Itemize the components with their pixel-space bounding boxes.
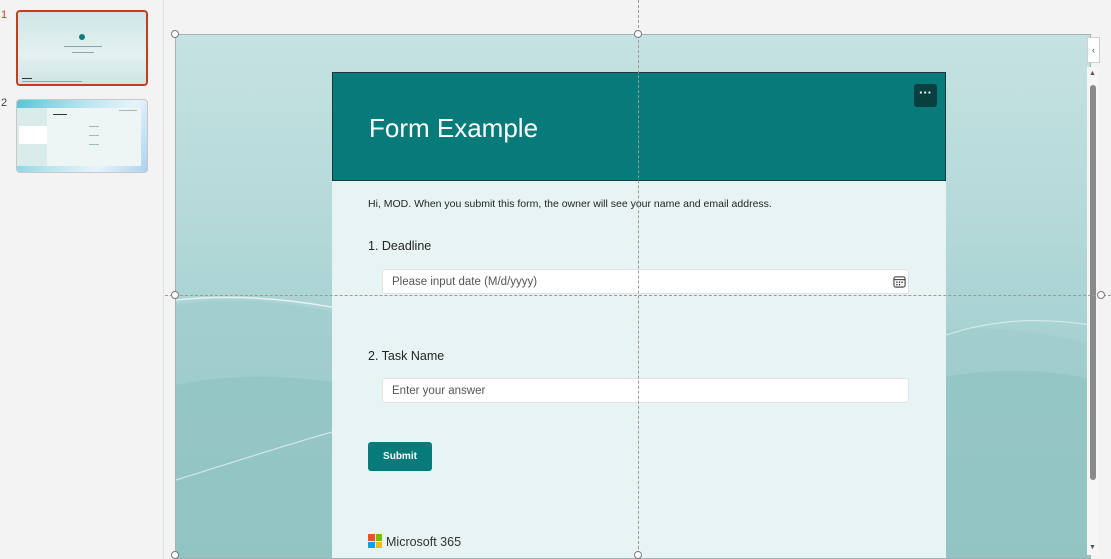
deadline-date-input[interactable]: [382, 269, 909, 294]
calendar-icon[interactable]: [893, 275, 906, 288]
resize-handle-middle-left[interactable]: [171, 291, 179, 299]
form-title: Form Example: [369, 113, 539, 143]
scroll-down-arrow-icon[interactable]: ▼: [1089, 544, 1096, 551]
vertical-guide-line: [638, 0, 639, 559]
slide-thumbnail-1[interactable]: [16, 10, 148, 86]
footer-brand-text: Microsoft 365: [386, 535, 462, 549]
question-label-task-name: 2. Task Name: [368, 349, 445, 363]
form-card: Form Example ··· Hi, MOD. When you submi…: [332, 72, 946, 558]
resize-handle-bottom-left[interactable]: [171, 551, 179, 559]
slide-number-2: 2: [1, 97, 8, 109]
more-options-button[interactable]: ···: [914, 84, 937, 107]
slide-canvas[interactable]: Form Example ··· Hi, MOD. When you submi…: [175, 34, 1091, 559]
horizontal-guide-line: [165, 295, 1111, 296]
collapse-panel-button[interactable]: ‹: [1087, 37, 1100, 63]
slide-thumbnail-pane: 1 2: [0, 0, 164, 559]
form-intro-text: Hi, MOD. When you submit this form, the …: [368, 198, 772, 210]
scrollbar-thumb[interactable]: [1090, 85, 1096, 480]
resize-handle-top-center[interactable]: [634, 30, 642, 38]
microsoft-logo-icon: [368, 534, 382, 548]
form-header: Form Example ···: [332, 72, 946, 181]
scroll-up-arrow-icon[interactable]: ▲: [1089, 70, 1096, 77]
resize-handle-bottom-center[interactable]: [634, 551, 642, 559]
thumbnail-check-icon: [79, 34, 85, 40]
slide-number-1: 1: [1, 9, 8, 21]
slide-editor: Form Example ··· Hi, MOD. When you submi…: [165, 0, 1111, 559]
slide-thumbnail-2[interactable]: [16, 99, 148, 173]
resize-handle-top-left[interactable]: [171, 30, 179, 38]
submit-button[interactable]: Submit: [368, 442, 432, 471]
question-label-deadline: 1. Deadline: [368, 239, 432, 253]
resize-handle-middle-right[interactable]: [1097, 291, 1105, 299]
task-name-input[interactable]: [382, 378, 909, 403]
